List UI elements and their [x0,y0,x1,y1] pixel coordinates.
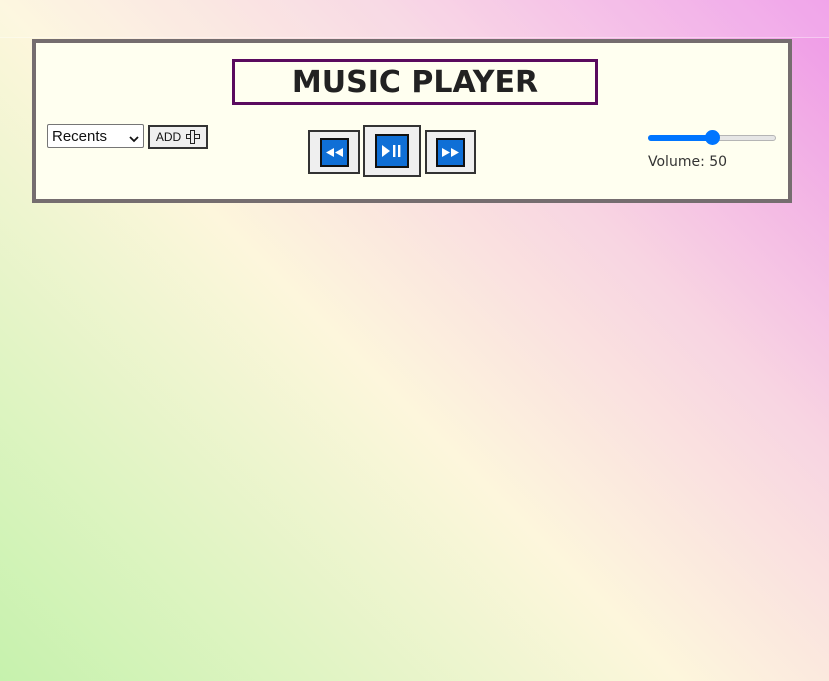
playlist-select[interactable]: Recents [47,124,144,148]
player-title: MUSIC PLAYER [232,59,598,105]
play-pause-icon [375,134,409,168]
volume-label: Volume: 50 [648,154,728,170]
rewind-icon [319,137,349,167]
chevron-down-icon [129,131,139,143]
volume-fill [648,135,712,141]
add-button[interactable]: ADD [148,125,208,149]
volume-thumb[interactable] [704,130,720,145]
fast-forward-icon [436,137,465,167]
music-player-panel: MUSIC PLAYER Recents ADD Volume: 50 [32,39,792,203]
previous-button[interactable] [308,130,360,174]
next-button[interactable] [425,130,476,174]
play-pause-button[interactable] [363,125,421,177]
volume-slider[interactable] [648,130,778,146]
top-bar [0,0,829,38]
plus-icon [186,130,201,144]
add-button-label: ADD [155,130,182,144]
playlist-selected-value: Recents [52,127,108,145]
